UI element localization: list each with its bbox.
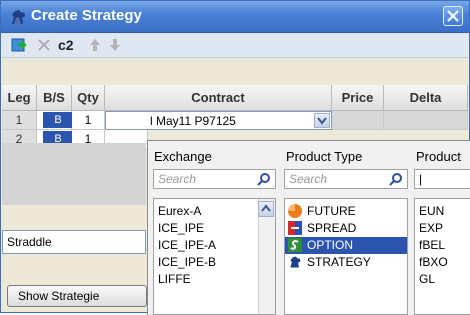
exchange-item[interactable]: LIFFE bbox=[154, 271, 275, 288]
header-leg: Leg bbox=[2, 85, 37, 111]
header-price: Price bbox=[332, 85, 384, 111]
row1-bs-cell: B bbox=[37, 111, 73, 130]
search-icon bbox=[257, 173, 270, 186]
header-delta: Delta bbox=[384, 85, 468, 111]
product-type-label: OPTION bbox=[307, 238, 354, 252]
product-type-label: SPREAD bbox=[307, 221, 357, 235]
row1-delta bbox=[384, 111, 468, 130]
product-type-item-spread[interactable]: SPREAD bbox=[285, 220, 407, 237]
product-type-item-future[interactable]: FUTURE bbox=[285, 203, 407, 220]
toolbar: c2 bbox=[2, 33, 468, 58]
product-type-search-input[interactable]: Search bbox=[284, 169, 408, 189]
exchange-item[interactable]: ICE_IPE-A bbox=[154, 237, 275, 254]
contract-picker-popup: Exchange Product Type Product Search Sea… bbox=[147, 140, 470, 315]
exchange-scrollbar[interactable] bbox=[258, 199, 275, 314]
c2-icon[interactable]: c2 bbox=[58, 36, 82, 54]
product-list: EUN EXP fBEL fBXO GL bbox=[414, 198, 470, 315]
product-type-item-option[interactable]: OPTION bbox=[285, 237, 407, 254]
window-title: Create Strategy bbox=[31, 7, 142, 24]
product-item[interactable]: fBEL bbox=[415, 237, 470, 254]
exchange-search-placeholder: Search bbox=[158, 172, 197, 186]
delete-icon[interactable] bbox=[35, 36, 53, 54]
product-type-item-strategy[interactable]: STRATEGY bbox=[285, 254, 407, 271]
product-type-header: Product Type bbox=[286, 149, 363, 164]
product-header: Product bbox=[416, 149, 461, 164]
move-up-icon[interactable] bbox=[86, 36, 104, 54]
exchange-list: Eurex-A ICE_IPE ICE_IPE-A ICE_IPE-B LIFF… bbox=[153, 198, 276, 315]
create-strategy-window: Create Strategy c2 Leg B/S Qty Contract … bbox=[0, 0, 470, 315]
chevron-up-icon bbox=[261, 204, 271, 212]
product-item[interactable]: EXP bbox=[415, 220, 470, 237]
row1-contract-value: l May11 P97125 bbox=[150, 114, 236, 128]
grid-empty-area bbox=[2, 143, 146, 205]
title-bar: Create Strategy bbox=[1, 1, 469, 33]
search-icon bbox=[389, 173, 402, 186]
product-item[interactable]: EUN bbox=[415, 203, 470, 220]
strategy-horse-icon bbox=[290, 256, 301, 268]
row1-contract-combo[interactable]: l May11 P97125 bbox=[105, 111, 332, 130]
strategy-horse-icon bbox=[12, 10, 25, 24]
contract-dropdown-button[interactable] bbox=[314, 113, 330, 128]
exchange-item[interactable]: ICE_IPE-B bbox=[154, 254, 275, 271]
strategy-type-select[interactable]: Straddle bbox=[2, 230, 146, 254]
product-item[interactable]: fBXO bbox=[415, 254, 470, 271]
exchange-item[interactable]: Eurex-A bbox=[154, 203, 275, 220]
chevron-down-icon bbox=[317, 117, 327, 125]
close-icon bbox=[447, 10, 459, 22]
show-strategies-button[interactable]: Show Strategie bbox=[7, 285, 147, 307]
header-bs: B/S bbox=[37, 85, 72, 111]
add-leg-icon[interactable] bbox=[11, 36, 29, 54]
product-item[interactable]: GL bbox=[415, 271, 470, 288]
row1-bs-button[interactable]: B bbox=[43, 112, 73, 128]
option-icon bbox=[288, 238, 302, 252]
row1-leg: 1 bbox=[2, 111, 37, 130]
scroll-up-button[interactable] bbox=[258, 201, 274, 217]
exchange-item[interactable]: ICE_IPE bbox=[154, 220, 275, 237]
header-contract: Contract bbox=[105, 85, 332, 111]
close-button[interactable] bbox=[443, 6, 463, 26]
row1-qty[interactable]: 1 bbox=[72, 111, 105, 130]
product-type-label: STRATEGY bbox=[307, 255, 371, 269]
header-qty: Qty bbox=[72, 85, 105, 111]
spread-icon bbox=[288, 221, 302, 235]
exchange-search-input[interactable]: Search bbox=[153, 169, 276, 189]
row1-price bbox=[332, 111, 384, 130]
exchange-header: Exchange bbox=[154, 149, 212, 164]
future-icon bbox=[288, 204, 302, 218]
product-type-list: FUTURE SPREAD OPTION STRATEGY bbox=[284, 198, 408, 315]
product-search-input[interactable]: | bbox=[414, 169, 470, 189]
product-type-label: FUTURE bbox=[307, 204, 356, 218]
product-type-search-placeholder: Search bbox=[289, 172, 328, 186]
move-down-icon[interactable] bbox=[106, 36, 124, 54]
